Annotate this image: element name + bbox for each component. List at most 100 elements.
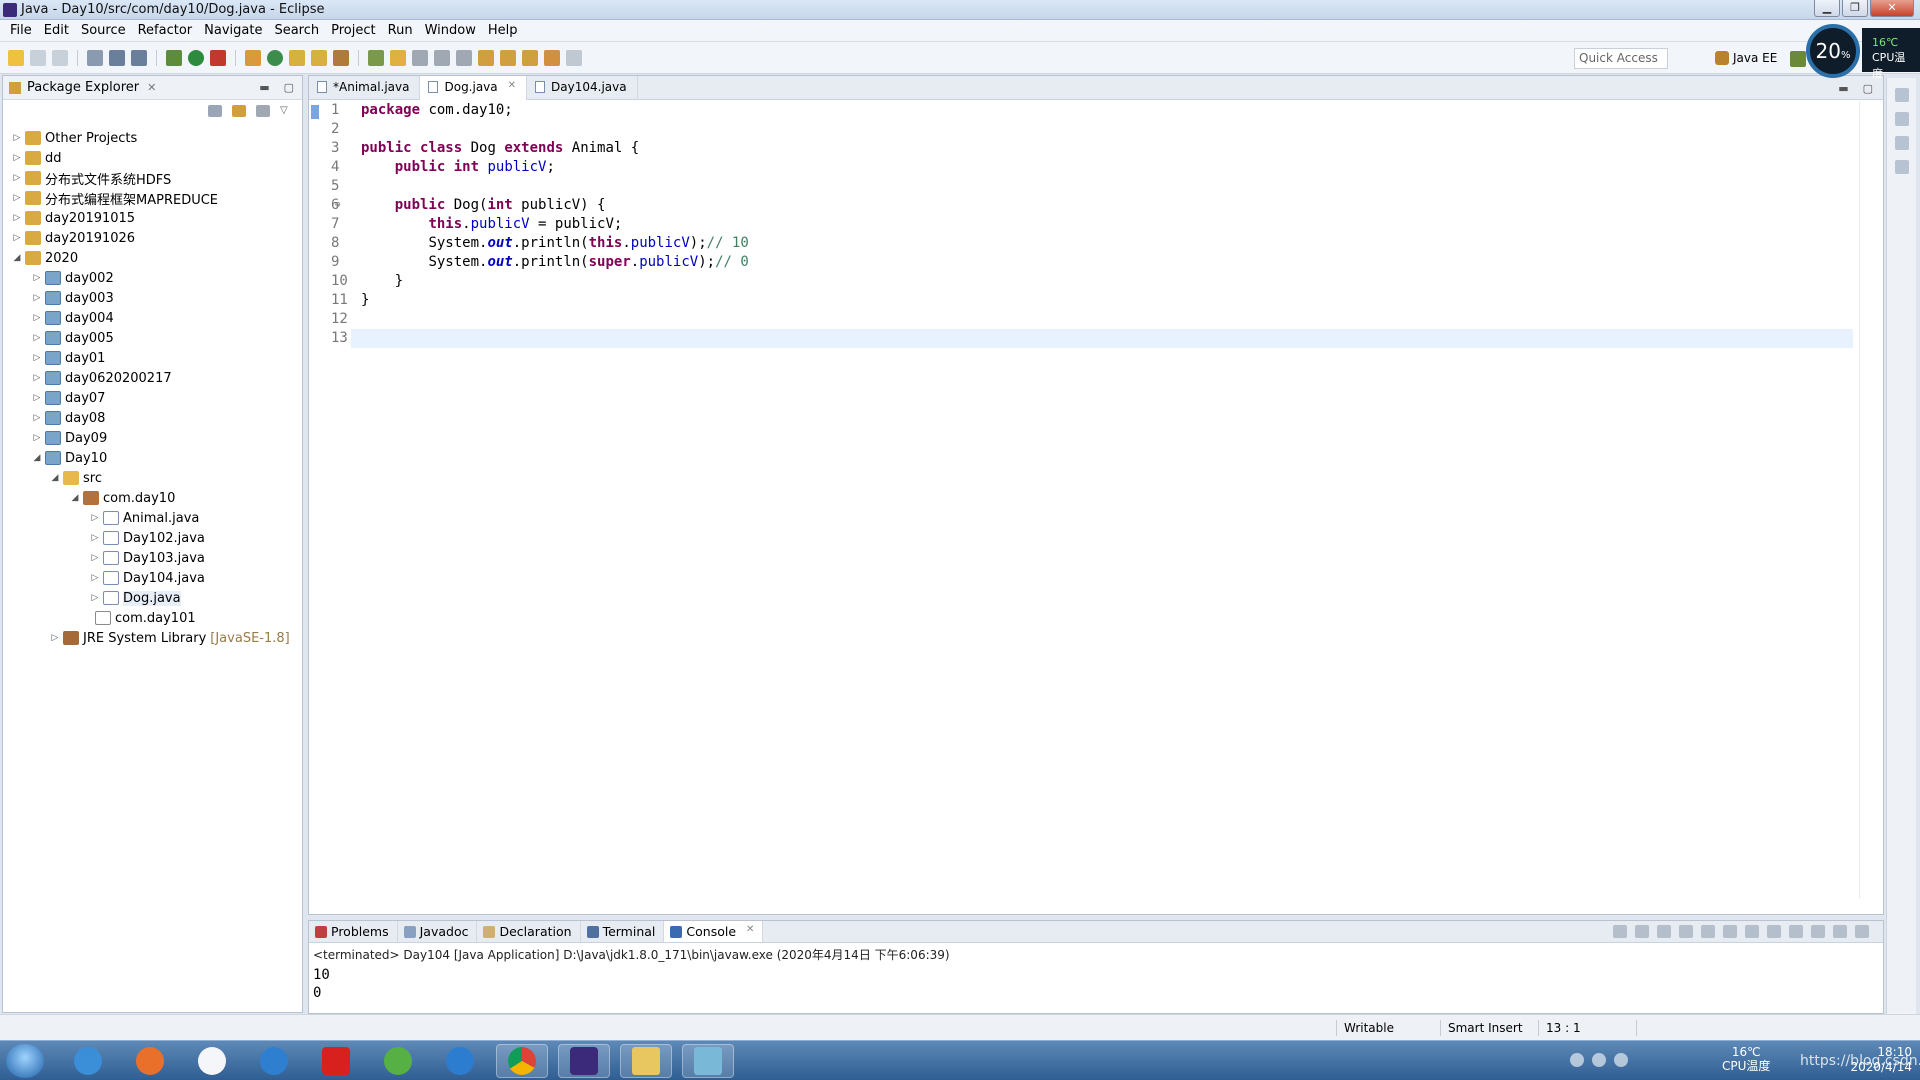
chevron-right-icon[interactable]: ▷: [31, 273, 43, 283]
open-task-icon[interactable]: [311, 50, 327, 66]
tree-node[interactable]: ▷ Day09: [3, 428, 302, 448]
tab-dog-java[interactable]: Dog.java ✕: [420, 76, 528, 100]
console-output[interactable]: 10 0: [309, 964, 1883, 998]
tree-node[interactable]: ▷ day08: [3, 408, 302, 428]
chevron-right-icon[interactable]: ▷: [31, 373, 43, 383]
tree-node[interactable]: ▷ 分布式编程框架MAPREDUCE: [3, 188, 302, 208]
open-type-icon[interactable]: [289, 50, 305, 66]
chevron-right-icon[interactable]: ▷: [89, 513, 101, 523]
forward-arrow-icon[interactable]: [566, 50, 582, 66]
java-perspective-icon[interactable]: [1790, 51, 1806, 67]
remove-all-icon[interactable]: [1657, 925, 1671, 938]
tree-node[interactable]: ▷ Animal.java: [3, 508, 302, 528]
tree-node[interactable]: ▷ Day104.java: [3, 568, 302, 588]
chevron-right-icon[interactable]: ▷: [31, 433, 43, 443]
maximize-view-icon[interactable]: [1855, 925, 1869, 938]
chevron-right-icon[interactable]: ▷: [11, 193, 23, 203]
eclipse-taskbar-button[interactable]: [558, 1044, 610, 1078]
baidu-netdisk-taskbar-button[interactable]: [186, 1044, 238, 1078]
tree-node[interactable]: ▷ day20191026: [3, 228, 302, 248]
chevron-right-icon[interactable]: ▷: [11, 213, 23, 223]
notepad-taskbar-button[interactable]: [682, 1044, 734, 1078]
perspective-java-ee[interactable]: Java EE: [1715, 51, 1777, 65]
chevron-right-icon[interactable]: ▷: [89, 553, 101, 563]
view-menu-icon[interactable]: ▽: [280, 105, 294, 117]
save-icon[interactable]: [30, 50, 46, 66]
minimize-button[interactable]: ▁: [1814, 0, 1840, 17]
tree-node[interactable]: ▷ day004: [3, 308, 302, 328]
tree-node[interactable]: ◢ src: [3, 468, 302, 488]
print-icon[interactable]: [87, 50, 103, 66]
remove-launch-icon[interactable]: [1635, 925, 1649, 938]
prev-annotation-icon[interactable]: [500, 50, 516, 66]
next-annotation-icon[interactable]: [478, 50, 494, 66]
minimize-view-icon[interactable]: ▬: [259, 81, 269, 94]
chevron-right-icon[interactable]: ▷: [31, 353, 43, 363]
chevron-right-icon[interactable]: ▷: [11, 233, 23, 243]
maximize-view-icon[interactable]: ▢: [284, 81, 294, 94]
chrome-taskbar-button[interactable]: [496, 1044, 548, 1078]
tab-animal-java[interactable]: *Animal.java: [309, 76, 421, 100]
search-icon[interactable]: [333, 50, 349, 66]
pilcrow-icon[interactable]: [456, 50, 472, 66]
terminate-icon[interactable]: [1613, 925, 1627, 938]
debug-icon[interactable]: [166, 50, 182, 66]
tab-problems[interactable]: Problems: [309, 921, 398, 942]
menu-refactor[interactable]: Refactor: [132, 23, 199, 38]
tray-expand-icon[interactable]: [1614, 1053, 1628, 1067]
network-icon[interactable]: [1570, 1053, 1584, 1067]
package-explorer-tab[interactable]: Package Explorer ✕ ▬ ▢: [3, 76, 302, 100]
pin-console-icon[interactable]: [1767, 925, 1781, 938]
chevron-right-icon[interactable]: ▷: [11, 153, 23, 163]
skip-breakpoints-icon[interactable]: [131, 50, 147, 66]
close-button[interactable]: ✕: [1870, 0, 1914, 17]
cloud-taskbar-button[interactable]: [248, 1044, 300, 1078]
tree-node[interactable]: ▷ day20191015: [3, 208, 302, 228]
fold-collapse-icon[interactable]: ⊖: [335, 196, 340, 215]
show-on-output-icon[interactable]: [1745, 925, 1759, 938]
tree-node[interactable]: ◢ com.day10: [3, 488, 302, 508]
focus-task-icon[interactable]: [256, 105, 270, 117]
minimize-editor-icon[interactable]: ▬: [1838, 82, 1848, 95]
tab-javadoc[interactable]: Javadoc: [398, 921, 478, 942]
open-console-icon[interactable]: [1811, 925, 1825, 938]
restore-view-icon[interactable]: [1894, 88, 1909, 102]
tree-node[interactable]: ▷ dd: [3, 148, 302, 168]
collapse-all-icon[interactable]: [208, 105, 222, 117]
close-tab-icon[interactable]: ✕: [508, 80, 516, 100]
terminal-icon[interactable]: [109, 50, 125, 66]
tree-node[interactable]: ▷ day002: [3, 268, 302, 288]
youdao-taskbar-button[interactable]: [310, 1044, 362, 1078]
save-all-icon[interactable]: [52, 50, 68, 66]
tab-declaration[interactable]: Declaration: [477, 921, 581, 942]
code-text[interactable]: package com.day10; public class Dog exte…: [335, 101, 1853, 348]
back-arrow-icon[interactable]: [544, 50, 560, 66]
chevron-right-icon[interactable]: ▷: [11, 133, 23, 143]
chevron-down-icon[interactable]: ◢: [11, 253, 23, 263]
menu-window[interactable]: Window: [419, 23, 482, 38]
toggle-mark-icon[interactable]: [368, 50, 384, 66]
chevron-right-icon[interactable]: ▷: [31, 293, 43, 303]
close-icon[interactable]: ✕: [147, 81, 156, 94]
chevron-right-icon[interactable]: ▷: [31, 413, 43, 423]
tab-day104-java[interactable]: Day104.java: [527, 76, 638, 100]
tree-node[interactable]: ◢ Day10: [3, 448, 302, 468]
tree-node[interactable]: ▷ day0620200217: [3, 368, 302, 388]
explorer-taskbar-button[interactable]: [620, 1044, 672, 1078]
outline-icon[interactable]: [1894, 160, 1909, 174]
clear-console-icon[interactable]: [1679, 925, 1693, 938]
tree-node[interactable]: ▷ Day102.java: [3, 528, 302, 548]
tree-node[interactable]: ▷ day003: [3, 288, 302, 308]
maximize-button[interactable]: ❐: [1842, 0, 1868, 17]
task-list-icon[interactable]: [1894, 112, 1909, 126]
chevron-right-icon[interactable]: ▷: [49, 633, 61, 643]
tree-node[interactable]: ▷ 分布式文件系统HDFS: [3, 168, 302, 188]
external-tools-icon[interactable]: [210, 50, 226, 66]
tab-console[interactable]: Console ✕: [664, 921, 764, 942]
chevron-right-icon[interactable]: ▷: [89, 573, 101, 583]
menu-help[interactable]: Help: [482, 23, 524, 38]
menu-project[interactable]: Project: [325, 23, 381, 38]
menu-navigate[interactable]: Navigate: [198, 23, 268, 38]
maximize-editor-icon[interactable]: ▢: [1863, 82, 1873, 95]
ie2-taskbar-button[interactable]: [434, 1044, 486, 1078]
